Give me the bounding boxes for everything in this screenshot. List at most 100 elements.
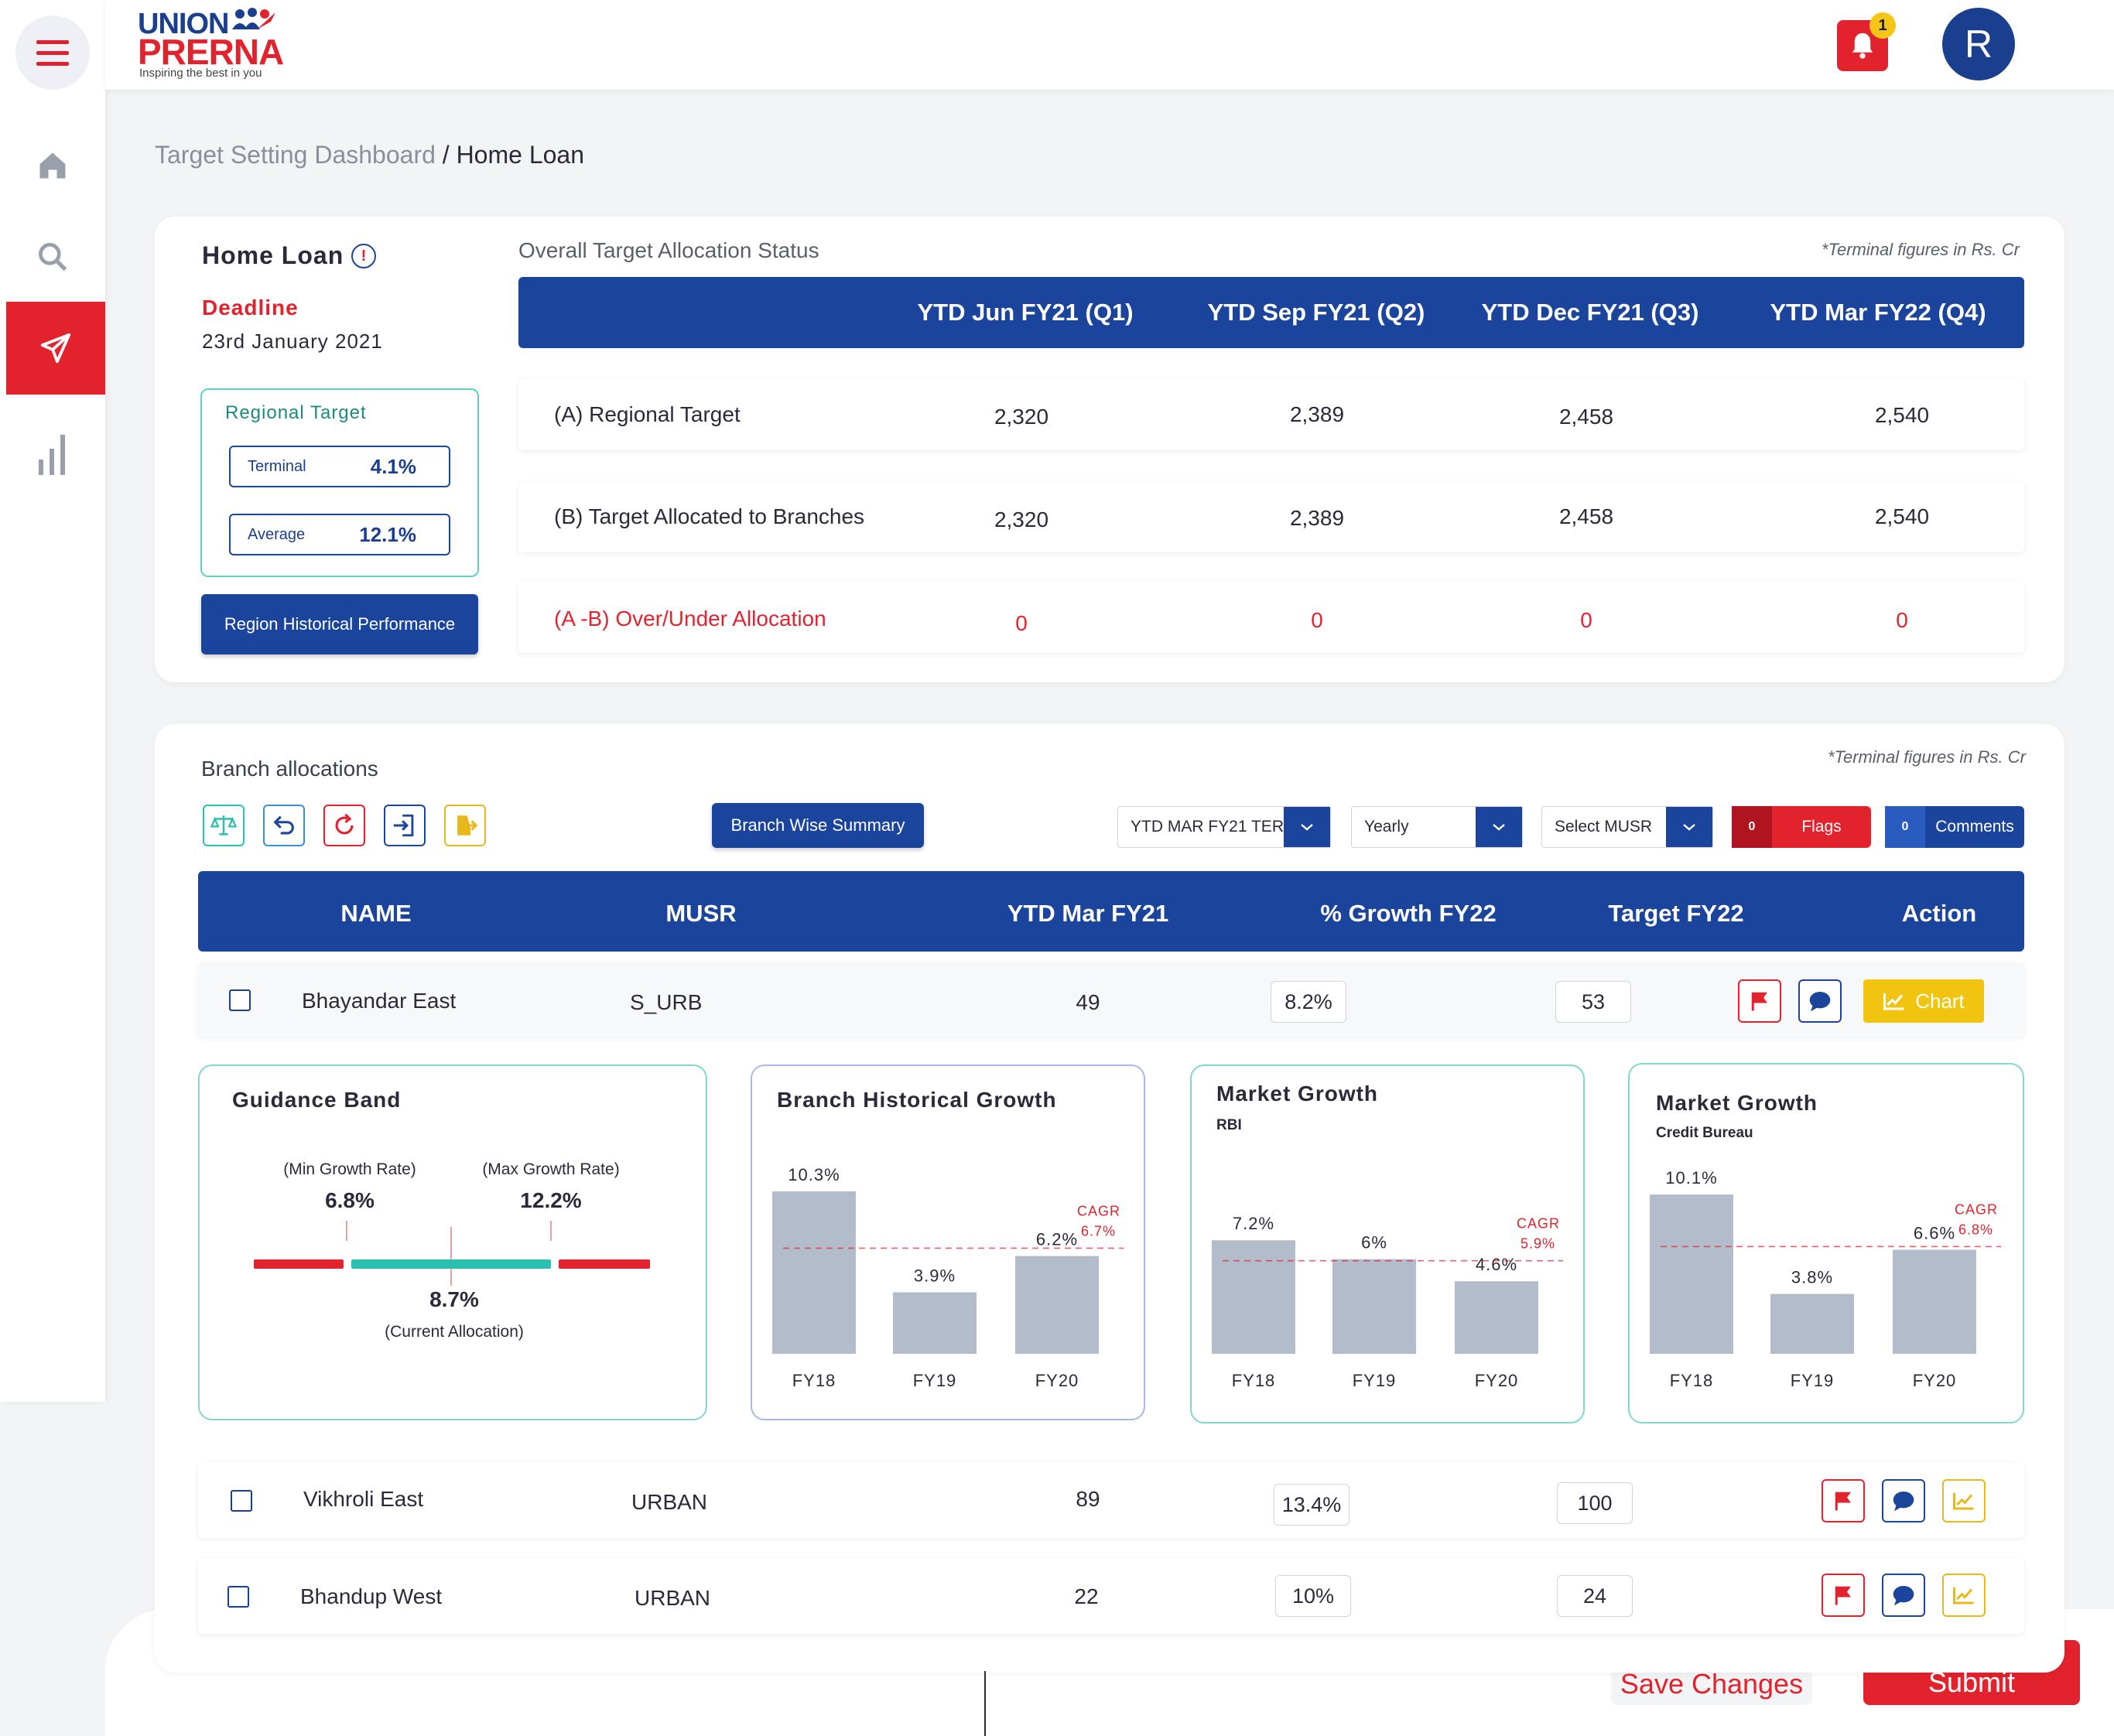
analytics-icon[interactable] xyxy=(0,407,105,500)
comments-filter-button[interactable]: 0 Comments xyxy=(1885,806,2024,848)
min-growth-label: (Min Growth Rate) xyxy=(283,1160,416,1178)
growth-input[interactable]: 10% xyxy=(1275,1575,1351,1617)
col-ytd: YTD Mar FY21 xyxy=(1007,900,1169,927)
branch-row: Bhayandar East S_URB 49 8.2% 53 Chart xyxy=(198,962,2024,1037)
category-label: FY20 xyxy=(1913,1371,1957,1390)
row-label: (A -B) Over/Under Allocation xyxy=(554,607,826,630)
col-growth: % Growth FY22 xyxy=(1320,900,1497,927)
breadcrumb-parent[interactable]: Target Setting Dashboard xyxy=(155,141,436,169)
top-bar xyxy=(105,0,2114,90)
bar-value-label: 3.9% xyxy=(914,1266,956,1285)
growth-input[interactable]: 13.4% xyxy=(1274,1484,1349,1526)
col-q2: YTD Sep FY21 (Q2) xyxy=(1207,299,1425,326)
bar-value-label: 3.8% xyxy=(1791,1268,1833,1287)
branch-name: Bhayandar East xyxy=(302,989,457,1013)
target-input[interactable]: 100 xyxy=(1557,1482,1633,1524)
value-q1: 0 xyxy=(1015,611,1028,635)
flag-icon[interactable] xyxy=(1738,979,1781,1023)
row-label: (A) Regional Target xyxy=(554,402,741,426)
comment-icon[interactable] xyxy=(1882,1479,1925,1522)
line-chart-icon[interactable] xyxy=(1942,1479,1986,1522)
home-icon[interactable] xyxy=(0,119,105,212)
comment-icon[interactable] xyxy=(1882,1574,1925,1617)
category-label: FY18 xyxy=(1670,1371,1714,1390)
import-icon[interactable] xyxy=(384,805,426,846)
branch-wise-summary-button[interactable]: Branch Wise Summary xyxy=(712,803,924,848)
value-q4: 0 xyxy=(1896,608,1908,632)
comment-icon[interactable] xyxy=(1798,979,1842,1023)
footer-divider xyxy=(984,1671,986,1736)
category-label: FY19 xyxy=(1791,1371,1835,1390)
regional-target-label: Regional Target xyxy=(225,402,367,423)
terminal-target-field: Terminal 4.1% xyxy=(229,446,450,487)
chevron-down-icon xyxy=(1666,807,1712,847)
target-input[interactable]: 24 xyxy=(1557,1575,1633,1617)
row-checkbox[interactable] xyxy=(229,989,251,1011)
bar-FY18 xyxy=(1650,1194,1733,1354)
cagr-label: CAGR xyxy=(1955,1201,1998,1217)
line-chart-icon[interactable] xyxy=(1942,1574,1986,1617)
branch-historical-growth-chart: 10.3% FY18 3.9% FY19 6.2% FY20 CAGR 6.7% xyxy=(772,1165,1124,1390)
row-checkbox[interactable] xyxy=(227,1586,249,1608)
category-label: FY18 xyxy=(792,1371,836,1390)
chevron-down-icon xyxy=(1284,807,1330,847)
bar-FY18 xyxy=(1212,1240,1295,1354)
branch-ytd: 89 xyxy=(1076,1487,1100,1511)
value-q2: 2,389 xyxy=(1289,506,1345,530)
period-select[interactable]: YTD MAR FY21 TER xyxy=(1117,806,1331,848)
chart-title: Market Growth xyxy=(1656,1091,1818,1115)
flag-icon[interactable] xyxy=(1822,1574,1865,1617)
row-label: (B) Target Allocated to Branches xyxy=(554,504,865,528)
flag-icon[interactable] xyxy=(1822,1479,1865,1522)
value-q4: 2,540 xyxy=(1874,403,1930,427)
sidebar xyxy=(0,0,105,1402)
musr-select[interactable]: Select MUSR xyxy=(1541,806,1713,848)
notification-count-badge: 1 xyxy=(1869,12,1896,39)
col-action: Action xyxy=(1901,900,1977,927)
user-avatar[interactable]: R xyxy=(1942,8,2015,80)
flags-filter-button[interactable]: 0 Flags xyxy=(1732,806,1871,848)
category-label: FY20 xyxy=(1475,1371,1519,1390)
undo-icon[interactable] xyxy=(263,805,305,846)
comments-label: Comments xyxy=(1935,818,2014,836)
growth-input[interactable]: 8.2% xyxy=(1271,981,1346,1023)
category-label: FY20 xyxy=(1035,1371,1079,1390)
info-icon[interactable]: ! xyxy=(351,244,376,268)
status-row-allocated: (B) Target Allocated to Branches 2,320 2… xyxy=(518,481,2024,552)
chart-button-label: Chart xyxy=(1915,989,1965,1013)
breadcrumb: Target Setting Dashboard / Home Loan xyxy=(155,141,584,169)
average-label: Average xyxy=(248,526,306,543)
menu-icon[interactable] xyxy=(15,15,90,90)
value-q1: 2,320 xyxy=(994,405,1049,429)
balance-scale-icon[interactable] xyxy=(203,805,245,846)
region-historical-performance-button[interactable]: Region Historical Performance xyxy=(201,594,478,654)
bar-value-label: 6% xyxy=(1361,1233,1387,1252)
bar-value-label: 10.1% xyxy=(1665,1168,1717,1188)
summary-note: *Terminal figures in Rs. Cr xyxy=(1822,240,2020,259)
category-label: FY19 xyxy=(1353,1371,1397,1390)
bar-FY20 xyxy=(1015,1256,1099,1354)
refresh-icon[interactable] xyxy=(323,805,365,846)
frequency-select[interactable]: Yearly xyxy=(1351,806,1523,848)
chart-title: Market Growth xyxy=(1216,1082,1379,1106)
chevron-down-icon xyxy=(1476,807,1522,847)
export-icon[interactable] xyxy=(444,805,486,846)
bar-FY19 xyxy=(893,1292,977,1354)
bar-value-label: 7.2% xyxy=(1233,1214,1274,1233)
branch-title: Branch allocations xyxy=(201,757,378,781)
row-checkbox[interactable] xyxy=(231,1490,252,1512)
bar-value-label: 4.6% xyxy=(1476,1255,1517,1274)
max-growth-value: 12.2% xyxy=(520,1188,582,1212)
send-icon[interactable] xyxy=(6,302,105,395)
branch-musr: URBAN xyxy=(635,1586,711,1610)
chart-button[interactable]: Chart xyxy=(1863,979,1984,1023)
branch-name: Bhandup West xyxy=(300,1584,443,1608)
target-input[interactable]: 53 xyxy=(1555,981,1631,1023)
branch-note: *Terminal figures in Rs. Cr xyxy=(1828,747,2026,767)
bar-FY18 xyxy=(772,1191,856,1354)
bar-FY20 xyxy=(1893,1249,1976,1354)
terminal-label: Terminal xyxy=(248,458,306,475)
max-growth-label: (Max Growth Rate) xyxy=(482,1160,620,1178)
value-q1: 2,320 xyxy=(994,507,1049,531)
search-icon[interactable] xyxy=(0,210,105,303)
